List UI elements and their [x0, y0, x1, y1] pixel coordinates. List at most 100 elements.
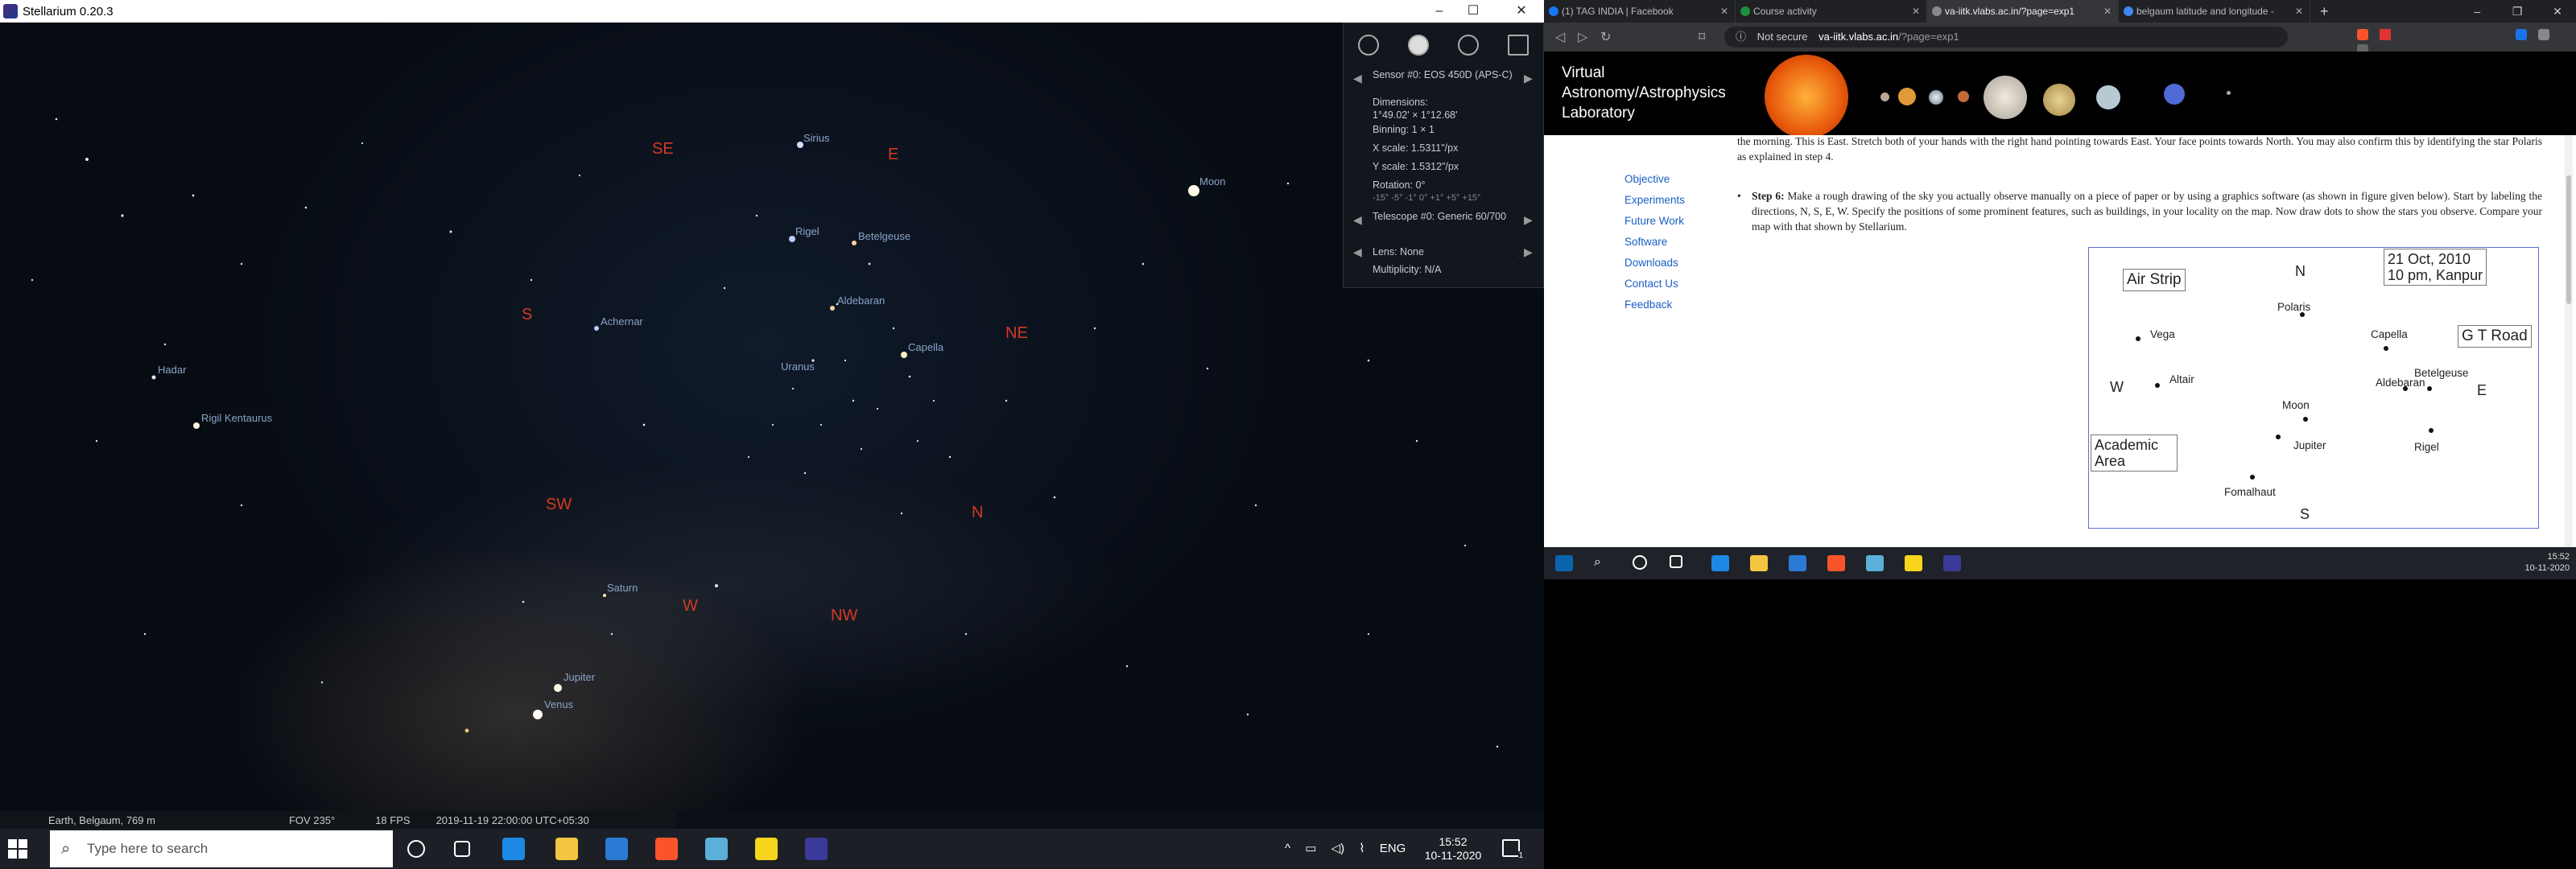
- sensor-rotation-steps[interactable]: -15° -5° -1° 0° +1° +5° +15°: [1373, 192, 1534, 205]
- explorer-icon[interactable]: [1750, 555, 1768, 571]
- site-title-line: Laboratory: [1562, 105, 1635, 121]
- sky-label-rigel[interactable]: Rigel: [795, 225, 819, 237]
- sky-label-saturn[interactable]: Saturn: [607, 582, 638, 594]
- vscode-icon[interactable]: [605, 838, 628, 860]
- vscode-icon[interactable]: [1789, 555, 1806, 571]
- page-scrollbar[interactable]: [2565, 135, 2573, 547]
- network-icon[interactable]: ⌇: [1359, 842, 1364, 855]
- pen-app-icon[interactable]: [1866, 555, 1884, 571]
- nav-contact-us[interactable]: Contact Us: [1624, 274, 1685, 294]
- mars-image: [1958, 91, 1969, 102]
- tab-facebook[interactable]: (1) TAG INDIA | Facebook ✕: [1544, 0, 1736, 23]
- telescope-name[interactable]: Telescope #0: Generic 60/700: [1373, 210, 1534, 224]
- nav-software[interactable]: Software: [1624, 232, 1685, 253]
- reload-icon[interactable]: ↻: [1600, 29, 1611, 45]
- file-explorer-icon[interactable]: [555, 838, 578, 860]
- sensor-prev-icon[interactable]: ◀: [1353, 72, 1362, 85]
- fig-label-capella: Capella: [2371, 328, 2408, 340]
- direction-n: N: [972, 504, 984, 521]
- lens-name[interactable]: Lens: None: [1373, 245, 1534, 259]
- course-icon: [1740, 6, 1750, 16]
- sky-label-achernar[interactable]: Achernar: [601, 315, 643, 327]
- sky-label-sirius[interactable]: Sirius: [803, 132, 830, 144]
- tab-close-icon[interactable]: ✕: [2103, 0, 2112, 23]
- browser-close-button[interactable]: ✕: [2539, 0, 2576, 23]
- battery-icon[interactable]: ▭: [1305, 842, 1316, 855]
- sticky-notes-icon[interactable]: [755, 838, 778, 860]
- telescope-prev-icon[interactable]: ◀: [1353, 213, 1362, 227]
- nav-feedback[interactable]: Feedback: [1624, 294, 1685, 315]
- sensor-frame-icon[interactable]: [1408, 35, 1429, 56]
- browser-minimize-button[interactable]: –: [2458, 0, 2496, 23]
- sky-label-betelgeuse[interactable]: Betelgeuse: [858, 230, 910, 242]
- cortana-icon[interactable]: [1633, 555, 1647, 570]
- wrench-icon[interactable]: [1508, 35, 1529, 56]
- sky-label-aldebaran[interactable]: Aldebaran: [837, 294, 885, 307]
- tab-close-icon[interactable]: ✕: [2295, 0, 2303, 23]
- browser-restore-button[interactable]: ❐: [2499, 0, 2536, 23]
- nav-experiments[interactable]: Experiments: [1624, 190, 1685, 211]
- secondary-clock[interactable]: 15:52 10-11-2020: [2525, 551, 2570, 574]
- task-view-icon[interactable]: [1670, 555, 1682, 568]
- brave-rewards-icon[interactable]: [2380, 29, 2392, 40]
- ocular-icon[interactable]: [1358, 35, 1379, 56]
- sky-label-venus[interactable]: Venus: [544, 698, 573, 710]
- sky-label-hadar[interactable]: Hadar: [158, 364, 186, 376]
- bookmark-icon[interactable]: ⌑: [1699, 29, 1705, 45]
- forward-icon[interactable]: ▷: [1578, 29, 1587, 45]
- sky-label-capella[interactable]: Capella: [908, 341, 943, 353]
- taskbar-search-input[interactable]: ⌕ Type here to search: [50, 830, 393, 867]
- brave-shield-icon[interactable]: [2357, 29, 2368, 40]
- sky-label-uranus[interactable]: Uranus: [781, 360, 815, 373]
- notification-center-icon[interactable]: 1: [1502, 839, 1523, 860]
- nav-objective[interactable]: Objective: [1624, 169, 1685, 190]
- sky-label-rigil-kentaurus[interactable]: Rigil Kentaurus: [201, 412, 272, 424]
- outlook-icon[interactable]: [1711, 555, 1729, 571]
- stellarium-taskbar-icon[interactable]: [1943, 555, 1961, 571]
- new-tab-button[interactable]: +: [2310, 0, 2329, 23]
- venus-planet: [533, 710, 543, 719]
- sky-view[interactable]: Sirius Moon Rigel Betelgeuse Aldebaran C…: [0, 23, 1544, 811]
- outlook-icon[interactable]: [502, 838, 525, 860]
- search-icon[interactable]: ⌕: [1594, 555, 1612, 571]
- sticky-notes-icon[interactable]: [1905, 555, 1922, 571]
- address-bar[interactable]: ⓘ Not secure va-iitk.vlabs.ac.in/?page=e…: [1724, 27, 2288, 47]
- back-icon[interactable]: ◁: [1555, 29, 1565, 45]
- tab-google-search[interactable]: belgaum latitude and longitude - ✕: [2119, 0, 2310, 23]
- close-button[interactable]: ✕: [1499, 0, 1544, 23]
- taskbar-clock[interactable]: 15:52 10-11-2020: [1417, 835, 1489, 863]
- tab-close-icon[interactable]: ✕: [1912, 0, 1920, 23]
- pen-app-icon[interactable]: [705, 838, 728, 860]
- status-location[interactable]: Earth, Belgaum, 769 m: [48, 814, 155, 826]
- windows-start-icon[interactable]: [8, 839, 27, 859]
- language-indicator[interactable]: ENG: [1380, 842, 1406, 855]
- browser-toolbar: ◁ ▷ ↻ ⌑ ⓘ Not secure va-iitk.vlabs.ac.in…: [1544, 23, 2576, 56]
- stellarium-taskbar-icon[interactable]: [805, 838, 828, 860]
- info-icon[interactable]: ⓘ: [1736, 31, 1746, 43]
- cortana-icon[interactable]: [407, 840, 425, 858]
- sky-label-jupiter[interactable]: Jupiter: [564, 671, 595, 683]
- extensions-icon[interactable]: [2538, 29, 2550, 40]
- tab-vlabs[interactable]: va-iitk.vlabs.ac.in/?page=exp1 ✕: [1927, 0, 2119, 23]
- start-icon[interactable]: [1555, 555, 1573, 571]
- nav-downloads[interactable]: Downloads: [1624, 253, 1685, 274]
- brave-icon[interactable]: [1827, 555, 1845, 571]
- fig-dot-fomalhaut: [2250, 475, 2255, 480]
- nav-future-work[interactable]: Future Work: [1624, 211, 1685, 232]
- tab-course-activity[interactable]: Course activity ✕: [1736, 0, 1927, 23]
- status-fps: 18 FPS: [375, 813, 411, 826]
- secondary-time: 15:52: [2547, 552, 2570, 562]
- telrad-icon[interactable]: [1458, 35, 1479, 56]
- lens-prev-icon[interactable]: ◀: [1353, 245, 1362, 259]
- task-view-icon[interactable]: [454, 841, 470, 857]
- translate-icon[interactable]: [2515, 29, 2527, 40]
- sensor-name[interactable]: Sensor #0: EOS 450D (APS-C): [1373, 68, 1534, 82]
- tray-overflow-icon[interactable]: ^: [1285, 842, 1290, 855]
- scrollbar-thumb[interactable]: [2566, 175, 2571, 304]
- brave-icon[interactable]: [655, 838, 678, 860]
- tab-close-icon[interactable]: ✕: [1720, 0, 1728, 23]
- status-datetime[interactable]: 2019-11-19 22:00:00 UTC+05:30: [436, 814, 589, 826]
- maximize-button[interactable]: ☐: [1451, 0, 1496, 23]
- volume-icon[interactable]: ◁): [1331, 842, 1345, 855]
- sky-label-moon[interactable]: Moon: [1199, 175, 1226, 187]
